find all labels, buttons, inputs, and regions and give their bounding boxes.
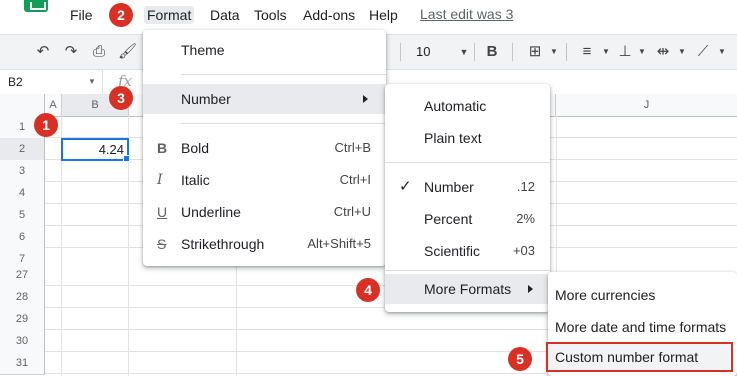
menu-item-strikethrough[interactable]: Strikethrough xyxy=(181,232,264,256)
row-header[interactable]: 4 xyxy=(0,182,45,205)
name-box-value: B2 xyxy=(8,75,23,89)
print-icon[interactable]: ⎙ xyxy=(90,43,108,61)
toolbar-divider xyxy=(400,43,401,61)
cell-b2[interactable]: 4.24 xyxy=(61,138,129,161)
more-formats-submenu: More currencies More date and time forma… xyxy=(546,272,737,376)
bold-icon: B xyxy=(157,140,168,156)
undo-icon[interactable]: ↶ xyxy=(34,43,52,61)
valign-dropdown-icon[interactable]: ▼ xyxy=(633,43,651,61)
scientific-example: +03 xyxy=(512,243,535,258)
menu-help[interactable]: Help xyxy=(369,6,398,24)
font-size-dropdown-icon[interactable]: ▼ xyxy=(455,43,473,61)
row-header[interactable]: 31 xyxy=(0,352,45,375)
checkmark-icon: ✓ xyxy=(399,178,412,195)
italic-icon: I xyxy=(157,172,163,188)
toolbar-divider xyxy=(566,43,567,61)
menu-addons[interactable]: Add-ons xyxy=(303,6,355,24)
menu-data[interactable]: Data xyxy=(210,6,240,24)
menu-separator xyxy=(181,74,386,75)
percent-example: 2% xyxy=(516,211,535,226)
menu-file[interactable]: File xyxy=(70,6,93,24)
number-example: .12 xyxy=(516,179,535,194)
name-box-dropdown-icon[interactable]: ▼ xyxy=(88,70,96,94)
name-box[interactable]: B2 ▼ xyxy=(0,70,103,94)
step-badge: 2 xyxy=(109,3,133,27)
redo-icon[interactable]: ↷ xyxy=(62,43,80,61)
row-header[interactable]: 27 xyxy=(0,264,45,287)
strikethrough-icon: S xyxy=(157,236,167,252)
sheets-logo-icon[interactable] xyxy=(24,0,48,12)
step-badge: 4 xyxy=(356,278,380,302)
halign-dropdown-icon[interactable]: ▼ xyxy=(597,43,615,61)
select-all-corner[interactable] xyxy=(0,94,45,117)
toolbar-divider xyxy=(512,43,513,61)
menu-item-automatic[interactable]: Automatic xyxy=(424,94,486,118)
row-header[interactable]: 28 xyxy=(0,286,45,309)
underline-icon: U xyxy=(157,204,168,220)
menu-separator xyxy=(181,123,386,124)
menu-item-theme[interactable]: Theme xyxy=(181,38,225,62)
step-badge: 1 xyxy=(34,113,58,137)
menu-item-plain-text[interactable]: Plain text xyxy=(424,126,482,150)
step-badge: 3 xyxy=(109,86,133,110)
menu-item-underline[interactable]: Underline xyxy=(181,200,241,224)
column-header-j[interactable]: J xyxy=(556,94,737,117)
text-wrapping-icon[interactable]: ⇹ xyxy=(654,43,672,61)
menu-separator xyxy=(385,270,550,271)
row-header[interactable]: 5 xyxy=(0,204,45,227)
bold-icon[interactable]: B xyxy=(483,43,501,61)
wrap-dropdown-icon[interactable]: ▼ xyxy=(673,43,691,61)
last-edit-link[interactable]: Last edit was 3 xyxy=(420,6,513,22)
menu-item-more-currencies[interactable]: More currencies xyxy=(555,283,655,307)
rotation-dropdown-icon[interactable]: ▼ xyxy=(713,43,731,61)
toolbar-divider xyxy=(474,43,475,61)
step-badge: 5 xyxy=(508,347,532,371)
row-header[interactable]: 30 xyxy=(0,330,45,353)
underline-shortcut: Ctrl+U xyxy=(333,204,371,219)
italic-shortcut: Ctrl+I xyxy=(339,172,371,187)
borders-dropdown-icon[interactable]: ▼ xyxy=(545,43,563,61)
menu-tools[interactable]: Tools xyxy=(254,6,287,24)
menu-item-number-label: Number xyxy=(181,91,231,107)
horizontal-align-icon[interactable]: ≡ xyxy=(578,43,596,61)
menu-item-bold[interactable]: Bold xyxy=(181,136,209,160)
format-menu: Theme Number B Bold Ctrl+B I Italic Ctrl… xyxy=(143,30,386,266)
fill-handle[interactable] xyxy=(123,155,130,162)
menu-item-custom-number-label: Custom number format xyxy=(555,349,699,365)
paint-format-icon[interactable]: 🖌 xyxy=(118,43,137,61)
menu-item-scientific[interactable]: Scientific xyxy=(424,239,480,263)
row-header[interactable]: 6 xyxy=(0,226,45,249)
menu-item-number[interactable]: Number xyxy=(424,175,474,199)
menu-item-more-date-time[interactable]: More date and time formats xyxy=(555,315,726,339)
strikethrough-shortcut: Alt+Shift+5 xyxy=(307,236,371,251)
menu-item-italic[interactable]: Italic xyxy=(181,168,210,192)
menu-format[interactable]: Format xyxy=(144,6,195,24)
submenu-arrow-icon xyxy=(528,285,533,293)
menu-item-percent[interactable]: Percent xyxy=(424,207,472,231)
row-header[interactable]: 3 xyxy=(0,160,45,183)
row-header[interactable]: 2 xyxy=(0,138,45,161)
menu-item-number[interactable] xyxy=(143,84,386,114)
bold-shortcut: Ctrl+B xyxy=(334,140,371,155)
text-rotation-icon[interactable]: ⟋ xyxy=(694,43,712,61)
font-size-select[interactable]: 10 xyxy=(416,43,430,61)
menu-item-more-formats-label: More Formats xyxy=(424,281,512,297)
menu-separator xyxy=(385,162,550,163)
borders-icon[interactable]: ⊞ xyxy=(526,43,544,61)
submenu-arrow-icon xyxy=(363,95,368,103)
number-submenu: Automatic Plain text ✓ Number .12 Percen… xyxy=(385,84,550,312)
vertical-align-icon[interactable]: ⊥ xyxy=(616,43,634,61)
row-header[interactable]: 29 xyxy=(0,308,45,331)
